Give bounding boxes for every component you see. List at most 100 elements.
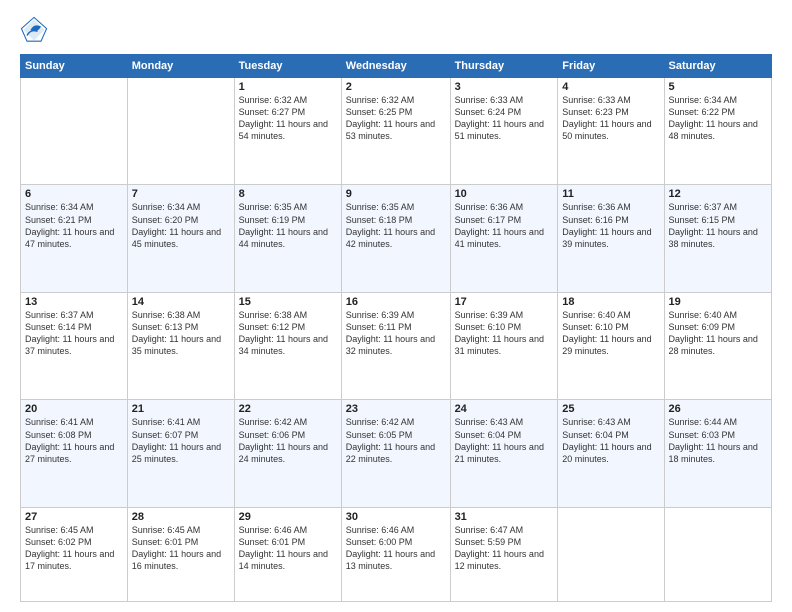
calendar-day-cell: 7Sunrise: 6:34 AMSunset: 6:20 PMDaylight… — [127, 185, 234, 292]
day-number: 19 — [669, 296, 767, 308]
calendar-day-cell — [21, 78, 128, 185]
calendar-day-cell: 5Sunrise: 6:34 AMSunset: 6:22 PMDaylight… — [664, 78, 771, 185]
day-number: 14 — [132, 296, 230, 308]
day-number: 28 — [132, 511, 230, 523]
day-number: 29 — [239, 511, 337, 523]
calendar-day-cell: 1Sunrise: 6:32 AMSunset: 6:27 PMDaylight… — [234, 78, 341, 185]
day-info: Sunrise: 6:42 AMSunset: 6:06 PMDaylight:… — [239, 416, 337, 465]
calendar-day-cell: 11Sunrise: 6:36 AMSunset: 6:16 PMDayligh… — [558, 185, 664, 292]
calendar-week-row: 20Sunrise: 6:41 AMSunset: 6:08 PMDayligh… — [21, 400, 772, 507]
day-info: Sunrise: 6:33 AMSunset: 6:24 PMDaylight:… — [455, 94, 554, 143]
day-info: Sunrise: 6:32 AMSunset: 6:27 PMDaylight:… — [239, 94, 337, 143]
calendar-day-header: Tuesday — [234, 55, 341, 78]
calendar-day-header: Friday — [558, 55, 664, 78]
day-info: Sunrise: 6:37 AMSunset: 6:14 PMDaylight:… — [25, 309, 123, 358]
day-info: Sunrise: 6:38 AMSunset: 6:12 PMDaylight:… — [239, 309, 337, 358]
calendar-day-header: Monday — [127, 55, 234, 78]
day-info: Sunrise: 6:47 AMSunset: 5:59 PMDaylight:… — [455, 524, 554, 573]
calendar-day-cell — [127, 78, 234, 185]
calendar-day-cell: 29Sunrise: 6:46 AMSunset: 6:01 PMDayligh… — [234, 507, 341, 601]
day-info: Sunrise: 6:33 AMSunset: 6:23 PMDaylight:… — [562, 94, 659, 143]
day-info: Sunrise: 6:39 AMSunset: 6:10 PMDaylight:… — [455, 309, 554, 358]
calendar-day-cell: 12Sunrise: 6:37 AMSunset: 6:15 PMDayligh… — [664, 185, 771, 292]
day-info: Sunrise: 6:36 AMSunset: 6:16 PMDaylight:… — [562, 201, 659, 250]
calendar-day-cell: 8Sunrise: 6:35 AMSunset: 6:19 PMDaylight… — [234, 185, 341, 292]
day-number: 5 — [669, 81, 767, 93]
day-number: 30 — [346, 511, 446, 523]
header — [20, 16, 772, 44]
day-info: Sunrise: 6:41 AMSunset: 6:07 PMDaylight:… — [132, 416, 230, 465]
calendar-week-row: 6Sunrise: 6:34 AMSunset: 6:21 PMDaylight… — [21, 185, 772, 292]
calendar-week-row: 13Sunrise: 6:37 AMSunset: 6:14 PMDayligh… — [21, 292, 772, 399]
day-number: 24 — [455, 403, 554, 415]
day-info: Sunrise: 6:40 AMSunset: 6:10 PMDaylight:… — [562, 309, 659, 358]
day-info: Sunrise: 6:43 AMSunset: 6:04 PMDaylight:… — [562, 416, 659, 465]
calendar-day-cell: 3Sunrise: 6:33 AMSunset: 6:24 PMDaylight… — [450, 78, 558, 185]
day-info: Sunrise: 6:46 AMSunset: 6:00 PMDaylight:… — [346, 524, 446, 573]
day-number: 11 — [562, 188, 659, 200]
day-number: 15 — [239, 296, 337, 308]
day-number: 12 — [669, 188, 767, 200]
calendar-day-cell — [664, 507, 771, 601]
calendar-day-cell: 31Sunrise: 6:47 AMSunset: 5:59 PMDayligh… — [450, 507, 558, 601]
day-number: 17 — [455, 296, 554, 308]
day-number: 10 — [455, 188, 554, 200]
calendar-day-cell: 25Sunrise: 6:43 AMSunset: 6:04 PMDayligh… — [558, 400, 664, 507]
day-info: Sunrise: 6:34 AMSunset: 6:21 PMDaylight:… — [25, 201, 123, 250]
calendar-day-cell: 23Sunrise: 6:42 AMSunset: 6:05 PMDayligh… — [341, 400, 450, 507]
day-info: Sunrise: 6:46 AMSunset: 6:01 PMDaylight:… — [239, 524, 337, 573]
calendar-day-cell: 9Sunrise: 6:35 AMSunset: 6:18 PMDaylight… — [341, 185, 450, 292]
day-info: Sunrise: 6:35 AMSunset: 6:19 PMDaylight:… — [239, 201, 337, 250]
day-info: Sunrise: 6:44 AMSunset: 6:03 PMDaylight:… — [669, 416, 767, 465]
day-number: 16 — [346, 296, 446, 308]
calendar-day-cell: 27Sunrise: 6:45 AMSunset: 6:02 PMDayligh… — [21, 507, 128, 601]
calendar-day-cell — [558, 507, 664, 601]
day-info: Sunrise: 6:34 AMSunset: 6:22 PMDaylight:… — [669, 94, 767, 143]
day-info: Sunrise: 6:35 AMSunset: 6:18 PMDaylight:… — [346, 201, 446, 250]
day-number: 13 — [25, 296, 123, 308]
day-info: Sunrise: 6:39 AMSunset: 6:11 PMDaylight:… — [346, 309, 446, 358]
day-number: 20 — [25, 403, 123, 415]
day-number: 3 — [455, 81, 554, 93]
calendar-day-cell: 14Sunrise: 6:38 AMSunset: 6:13 PMDayligh… — [127, 292, 234, 399]
calendar-day-cell: 21Sunrise: 6:41 AMSunset: 6:07 PMDayligh… — [127, 400, 234, 507]
calendar-day-cell: 28Sunrise: 6:45 AMSunset: 6:01 PMDayligh… — [127, 507, 234, 601]
day-number: 23 — [346, 403, 446, 415]
day-info: Sunrise: 6:45 AMSunset: 6:01 PMDaylight:… — [132, 524, 230, 573]
calendar-day-header: Wednesday — [341, 55, 450, 78]
day-number: 25 — [562, 403, 659, 415]
calendar-day-cell: 10Sunrise: 6:36 AMSunset: 6:17 PMDayligh… — [450, 185, 558, 292]
calendar-day-cell: 26Sunrise: 6:44 AMSunset: 6:03 PMDayligh… — [664, 400, 771, 507]
day-info: Sunrise: 6:41 AMSunset: 6:08 PMDaylight:… — [25, 416, 123, 465]
calendar-day-cell: 6Sunrise: 6:34 AMSunset: 6:21 PMDaylight… — [21, 185, 128, 292]
day-number: 1 — [239, 81, 337, 93]
day-info: Sunrise: 6:40 AMSunset: 6:09 PMDaylight:… — [669, 309, 767, 358]
day-info: Sunrise: 6:37 AMSunset: 6:15 PMDaylight:… — [669, 201, 767, 250]
calendar-day-cell: 13Sunrise: 6:37 AMSunset: 6:14 PMDayligh… — [21, 292, 128, 399]
calendar-day-cell: 2Sunrise: 6:32 AMSunset: 6:25 PMDaylight… — [341, 78, 450, 185]
day-number: 7 — [132, 188, 230, 200]
day-number: 9 — [346, 188, 446, 200]
logo-icon — [20, 16, 48, 44]
calendar-day-cell: 19Sunrise: 6:40 AMSunset: 6:09 PMDayligh… — [664, 292, 771, 399]
calendar-week-row: 27Sunrise: 6:45 AMSunset: 6:02 PMDayligh… — [21, 507, 772, 601]
day-info: Sunrise: 6:45 AMSunset: 6:02 PMDaylight:… — [25, 524, 123, 573]
day-number: 21 — [132, 403, 230, 415]
calendar-day-cell: 17Sunrise: 6:39 AMSunset: 6:10 PMDayligh… — [450, 292, 558, 399]
calendar-day-cell: 22Sunrise: 6:42 AMSunset: 6:06 PMDayligh… — [234, 400, 341, 507]
day-number: 22 — [239, 403, 337, 415]
page: SundayMondayTuesdayWednesdayThursdayFrid… — [0, 0, 792, 612]
day-number: 31 — [455, 511, 554, 523]
day-number: 2 — [346, 81, 446, 93]
calendar-day-header: Thursday — [450, 55, 558, 78]
calendar-day-header: Saturday — [664, 55, 771, 78]
day-number: 26 — [669, 403, 767, 415]
day-number: 27 — [25, 511, 123, 523]
day-number: 6 — [25, 188, 123, 200]
calendar-header-row: SundayMondayTuesdayWednesdayThursdayFrid… — [21, 55, 772, 78]
day-info: Sunrise: 6:32 AMSunset: 6:25 PMDaylight:… — [346, 94, 446, 143]
calendar-day-header: Sunday — [21, 55, 128, 78]
calendar-day-cell: 15Sunrise: 6:38 AMSunset: 6:12 PMDayligh… — [234, 292, 341, 399]
logo-area — [20, 16, 50, 44]
day-info: Sunrise: 6:38 AMSunset: 6:13 PMDaylight:… — [132, 309, 230, 358]
